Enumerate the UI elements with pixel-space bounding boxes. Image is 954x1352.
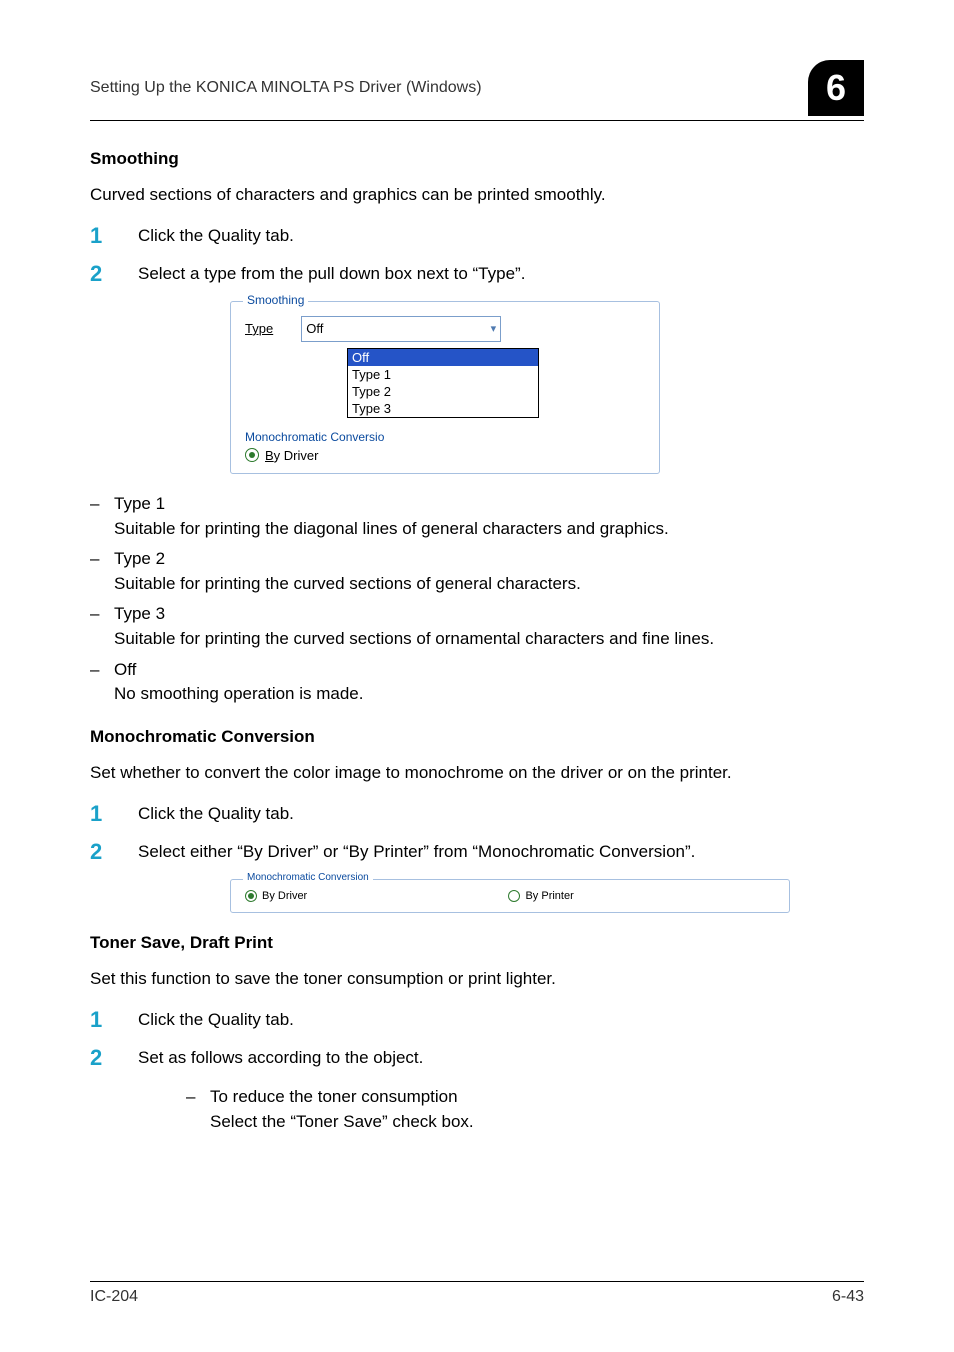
- toner-bullet-line2: Select the “Toner Save” check box.: [210, 1112, 474, 1131]
- screenshot-smoothing-groupbox: Smoothing Type Off ▾ Off Type 1 Type 2 T…: [230, 301, 660, 474]
- dropdown-option-off[interactable]: Off: [348, 349, 538, 366]
- type3-desc: Suitable for printing the curved section…: [114, 629, 714, 648]
- step-text: Set as follows according to the object.: [138, 1046, 864, 1071]
- by-printer-radio-label: By Printer: [525, 890, 573, 902]
- groupbox-legend: Monochromatic Conversion: [243, 872, 373, 883]
- type3-name: Type 3: [114, 604, 165, 623]
- toner-sub-list: – To reduce the toner consumption Select…: [186, 1085, 864, 1134]
- combobox-value: Off: [306, 321, 323, 336]
- mono-intro: Set whether to convert the color image t…: [90, 761, 864, 786]
- step-number: 1: [90, 802, 138, 826]
- step-text: Click the Quality tab.: [138, 224, 864, 249]
- step-number: 1: [90, 224, 138, 248]
- toner-bullet-line1: To reduce the toner consumption: [210, 1087, 458, 1106]
- smoothing-intro: Curved sections of characters and graphi…: [90, 183, 864, 208]
- by-printer-radio[interactable]: [508, 890, 520, 902]
- step-number: 1: [90, 1008, 138, 1032]
- dropdown-option-type3[interactable]: Type 3: [348, 400, 538, 417]
- type-combobox[interactable]: Off ▾: [301, 316, 501, 342]
- smoothing-type-list: – Type 1 Suitable for printing the diago…: [90, 492, 864, 707]
- step-number: 2: [90, 1046, 138, 1070]
- by-driver-radio-label: By Driver: [262, 890, 307, 902]
- type-dropdown-list[interactable]: Off Type 1 Type 2 Type 3: [347, 348, 539, 418]
- type1-desc: Suitable for printing the diagonal lines…: [114, 519, 669, 538]
- type1-name: Type 1: [114, 494, 165, 513]
- groupbox-legend: Smoothing: [243, 293, 308, 307]
- chapter-number-badge: 6: [808, 60, 864, 116]
- by-driver-radio-label: By Driver: [265, 448, 318, 463]
- step-number: 2: [90, 262, 138, 286]
- dropdown-option-type2[interactable]: Type 2: [348, 383, 538, 400]
- type-off-name: Off: [114, 660, 136, 679]
- type2-desc: Suitable for printing the curved section…: [114, 574, 581, 593]
- screenshot-mono-conversion-groupbox: Monochromatic Conversion By Driver By Pr…: [230, 879, 790, 913]
- toner-intro: Set this function to save the toner cons…: [90, 967, 864, 992]
- step-text: Select a type from the pull down box nex…: [138, 262, 864, 287]
- step-text: Select either “By Driver” or “By Printer…: [138, 840, 864, 865]
- step-text: Click the Quality tab.: [138, 802, 864, 827]
- type-off-desc: No smoothing operation is made.: [114, 684, 363, 703]
- footer-rule: [90, 1281, 864, 1282]
- footer-right: 6-43: [832, 1288, 864, 1306]
- running-header-title: Setting Up the KONICA MINOLTA PS Driver …: [90, 79, 482, 97]
- dropdown-option-type1[interactable]: Type 1: [348, 366, 538, 383]
- step-number: 2: [90, 840, 138, 864]
- by-driver-radio[interactable]: [245, 890, 257, 902]
- by-driver-radio[interactable]: [245, 448, 259, 462]
- heading-toner-save: Toner Save, Draft Print: [90, 933, 864, 953]
- heading-monochromatic-conversion: Monochromatic Conversion: [90, 727, 864, 747]
- heading-smoothing: Smoothing: [90, 149, 864, 169]
- mono-conversion-legend-truncated: Monochromatic Conversio: [245, 430, 645, 444]
- step-text: Click the Quality tab.: [138, 1008, 864, 1033]
- type2-name: Type 2: [114, 549, 165, 568]
- chevron-down-icon: ▾: [491, 322, 497, 335]
- footer-left: IC-204: [90, 1288, 138, 1306]
- type-label: Type: [245, 321, 273, 336]
- header-rule: [90, 120, 864, 121]
